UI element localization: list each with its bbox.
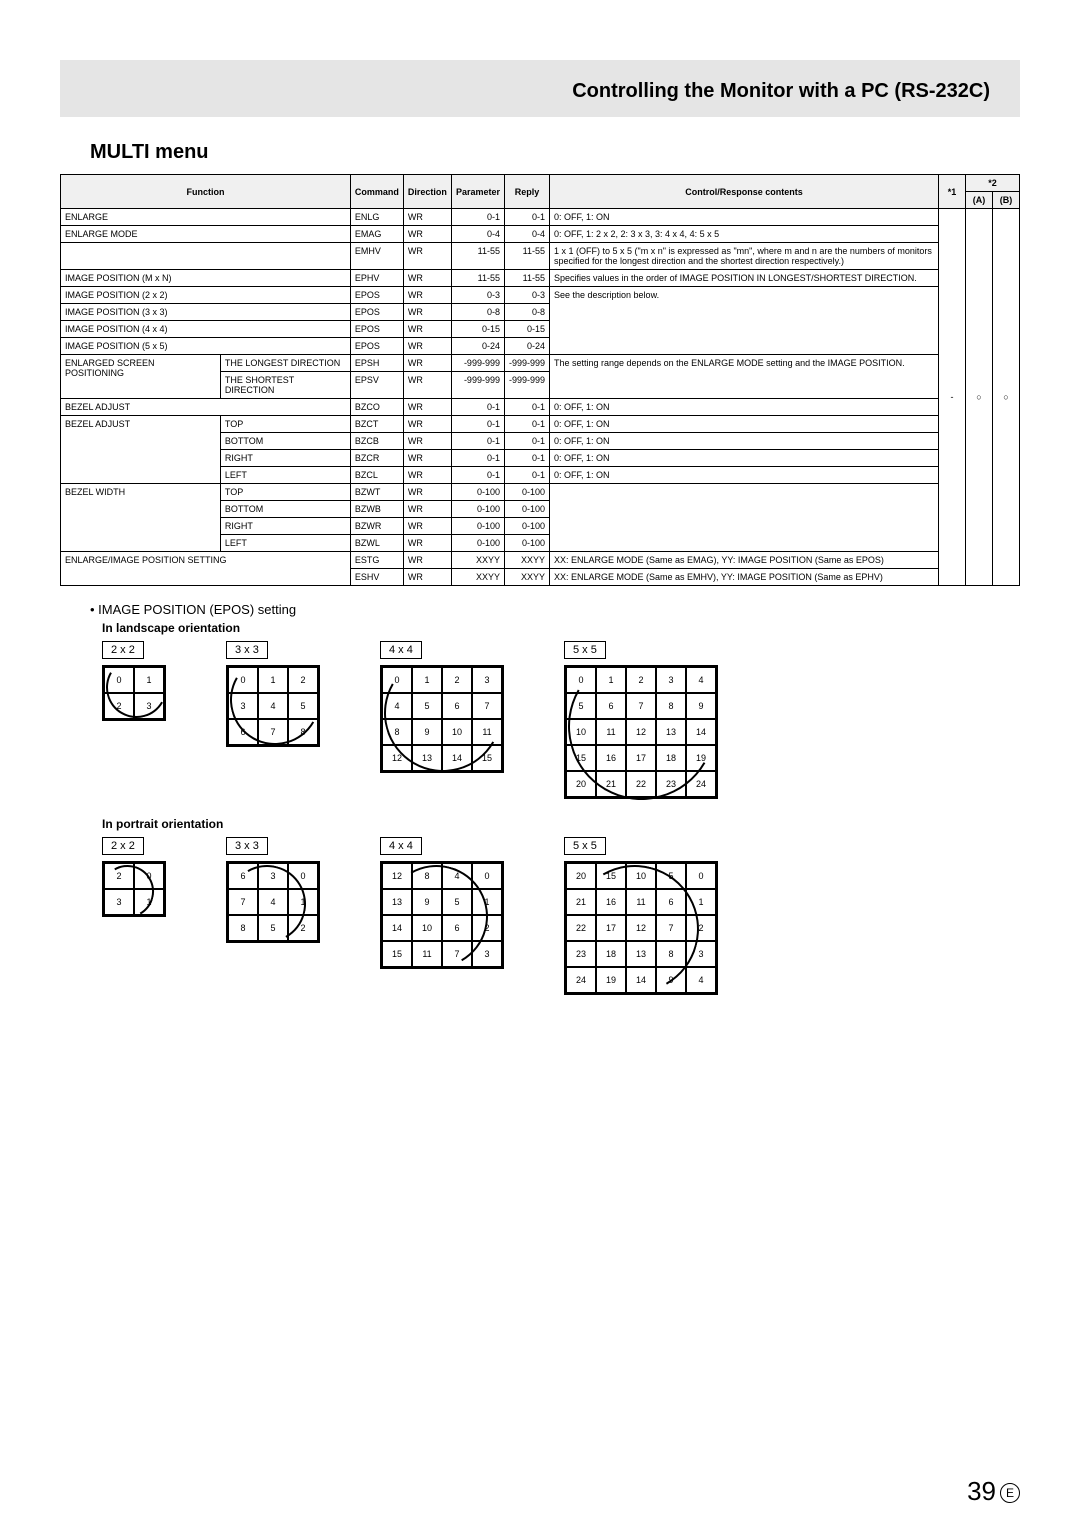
- grid-cell: 4: [686, 967, 716, 993]
- grid-g2: 2 x 20123: [102, 641, 166, 721]
- grid-cell: 0: [686, 863, 716, 889]
- table-row: BEZEL ADJUSTTOPBZCTWR0-10-10: OFF, 1: ON: [61, 416, 1020, 433]
- grid-label: 2 x 2: [102, 837, 144, 855]
- grid-g5: 5 x 501234567891011121314151617181920212…: [564, 641, 718, 799]
- table-row: IMAGE POSITION (2 x 2)EPOSWR0-30-3See th…: [61, 287, 1020, 304]
- th-star2: *2: [966, 175, 1020, 192]
- th-reply: Reply: [504, 175, 549, 209]
- grid-label: 3 x 3: [226, 837, 268, 855]
- table-row: IMAGE POSITION (M x N)EPHVWR11-5511-55Sp…: [61, 270, 1020, 287]
- th-direction: Direction: [403, 175, 451, 209]
- portrait-heading: In portrait orientation: [102, 817, 1020, 831]
- grid-g4: 4 x 40123456789101112131415: [380, 641, 504, 773]
- page-letter: E: [1000, 1483, 1020, 1503]
- epos-setting-heading: • IMAGE POSITION (EPOS) setting: [90, 602, 1020, 617]
- table-row: ENLARGEENLGWR0-10-10: OFF, 1: ON-○○: [61, 209, 1020, 226]
- grid-g3: 3 x 3012345678: [226, 641, 320, 747]
- landscape-grids: 2 x 20123 3 x 3012345678 4 x 4012345678910…: [102, 641, 1020, 799]
- table-row: EMHVWR11-5511-551 x 1 (OFF) to 5 x 5 ("m…: [61, 243, 1020, 270]
- table-row: BEZEL WIDTHTOPBZWTWR0-1000-100: [61, 484, 1020, 501]
- grid-g2: 2 x 22031: [102, 837, 166, 917]
- table-row: ENLARGE/IMAGE POSITION SETTINGESTGWRXXYY…: [61, 552, 1020, 569]
- section-title: MULTI menu: [90, 141, 1020, 164]
- grid-g5: 5 x 520151050211611612217127223181383241…: [564, 837, 718, 995]
- landscape-heading: In landscape orientation: [102, 621, 1020, 635]
- portrait-grids: 2 x 22031 3 x 3630741852 4 x 4128401395114…: [102, 837, 1020, 995]
- page-number: 39E: [967, 1476, 1020, 1507]
- grid-label: 4 x 4: [380, 837, 422, 855]
- th-star1: *1: [939, 175, 966, 209]
- th-b: (B): [993, 192, 1020, 209]
- table-row: ENLARGED SCREEN POSITIONINGTHE LONGEST D…: [61, 355, 1020, 372]
- th-contents: Control/Response contents: [550, 175, 939, 209]
- th-command: Command: [350, 175, 403, 209]
- page: Controlling the Monitor with a PC (RS-23…: [0, 0, 1080, 1053]
- table-row: ENLARGE MODEEMAGWR0-40-40: OFF, 1: 2 x 2…: [61, 226, 1020, 243]
- page-number-value: 39: [967, 1476, 996, 1506]
- grid-g4: 4 x 41284013951141062151173: [380, 837, 504, 969]
- page-header: Controlling the Monitor with a PC (RS-23…: [60, 60, 1020, 117]
- table-row: BEZEL ADJUSTBZCOWR0-10-10: OFF, 1: ON: [61, 399, 1020, 416]
- th-a: (A): [966, 192, 993, 209]
- multi-menu-table: Function Command Direction Parameter Rep…: [60, 174, 1020, 586]
- th-function: Function: [61, 175, 351, 209]
- grid-label: 5 x 5: [564, 837, 606, 855]
- grid-label: 4 x 4: [380, 641, 422, 659]
- grid-g3: 3 x 3630741852: [226, 837, 320, 943]
- grid-label: 5 x 5: [564, 641, 606, 659]
- th-parameter: Parameter: [451, 175, 504, 209]
